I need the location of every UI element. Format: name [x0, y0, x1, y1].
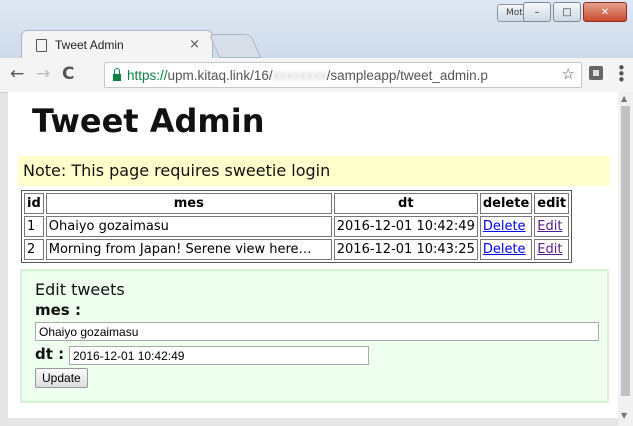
table-row: 1 Ohaiyo gozaimasu 2016-12-01 10:42:49 D… — [24, 216, 570, 237]
scroll-up-icon[interactable]: ▲ — [621, 94, 627, 103]
cell-delete: Delete — [479, 239, 533, 260]
cell-dt: 2016-12-01 10:42:49 — [333, 216, 478, 237]
url-blurred-segment: xxxxxxxx — [272, 67, 327, 83]
address-bar[interactable]: https:// upm.kitaq.link/16/ xxxxxxxx /sa… — [104, 62, 582, 88]
cell-id: 2 — [24, 239, 44, 260]
lock-icon — [113, 67, 121, 81]
scroll-down-icon[interactable]: ▼ — [621, 411, 627, 420]
table-row: 2 Morning from Japan! Serene view here… … — [24, 239, 570, 260]
edit-tweets-panel: Edit tweets mes : dt : Update — [20, 269, 609, 403]
tab-close-icon[interactable]: × — [189, 37, 200, 52]
dt-label: dt : — [35, 345, 65, 363]
maximize-icon[interactable]: □ — [553, 2, 581, 22]
forward-icon[interactable]: → — [36, 64, 50, 84]
window-controls: – □ ✕ — [523, 2, 627, 22]
page-title: Tweet Admin — [32, 102, 265, 140]
cell-id: 1 — [24, 216, 44, 237]
column-header-edit: edit — [534, 193, 570, 214]
url-path: /sampleapp/tweet_admin.p — [326, 67, 488, 83]
cell-edit: Edit — [534, 216, 570, 237]
back-icon[interactable]: ← — [10, 64, 24, 84]
edit-link[interactable]: Edit — [537, 242, 562, 257]
minimize-icon[interactable]: – — [523, 2, 551, 22]
edit-panel-heading: Edit tweets — [35, 280, 125, 299]
delete-link[interactable]: Delete — [483, 219, 526, 234]
title-bar: Motoki – □ ✕ Tweet Admin × — [0, 0, 633, 59]
edit-link[interactable]: Edit — [537, 219, 562, 234]
delete-link[interactable]: Delete — [483, 242, 526, 257]
new-tab-button[interactable] — [208, 34, 262, 58]
close-window-icon[interactable]: ✕ — [583, 2, 627, 22]
browser-tab[interactable]: Tweet Admin × — [21, 30, 213, 59]
column-header-id: id — [24, 193, 44, 214]
column-header-mes: mes — [45, 193, 332, 214]
cell-delete: Delete — [479, 216, 533, 237]
page-viewport: Tweet Admin Note: This page requires swe… — [8, 92, 618, 418]
cell-mes: Ohaiyo gozaimasu — [45, 216, 332, 237]
column-header-delete: delete — [479, 193, 533, 214]
tab-title: Tweet Admin — [55, 38, 124, 52]
cell-mes: Morning from Japan! Serene view here… — [45, 239, 332, 260]
menu-icon[interactable]: • • • — [617, 61, 626, 88]
vertical-scrollbar[interactable]: ▲ ▼ — [618, 92, 633, 426]
table-header-row: id mes dt delete edit — [24, 193, 570, 214]
url-scheme: https:// — [127, 67, 168, 83]
scrollbar-thumb[interactable] — [621, 106, 630, 396]
dt-input[interactable] — [69, 346, 369, 365]
cell-edit: Edit — [534, 239, 570, 260]
mes-label: mes : — [35, 301, 81, 319]
column-header-dt: dt — [333, 193, 478, 214]
login-note: Note: This page requires sweetie login — [18, 156, 610, 186]
cell-dt: 2016-12-01 10:43:25 — [333, 239, 478, 260]
mes-input[interactable] — [35, 322, 599, 341]
bookmark-star-icon[interactable]: ☆ — [557, 65, 575, 83]
extension-icon[interactable] — [589, 66, 603, 80]
url-host: upm.kitaq.link/16/ — [167, 67, 273, 83]
browser-toolbar: ← → C https:// upm.kitaq.link/16/ xxxxxx… — [0, 58, 633, 93]
reload-icon[interactable]: C — [62, 64, 74, 84]
page-icon — [36, 38, 47, 52]
tweets-table: id mes dt delete edit 1 Ohaiyo gozaimasu… — [21, 190, 573, 263]
update-button[interactable]: Update — [35, 368, 88, 388]
